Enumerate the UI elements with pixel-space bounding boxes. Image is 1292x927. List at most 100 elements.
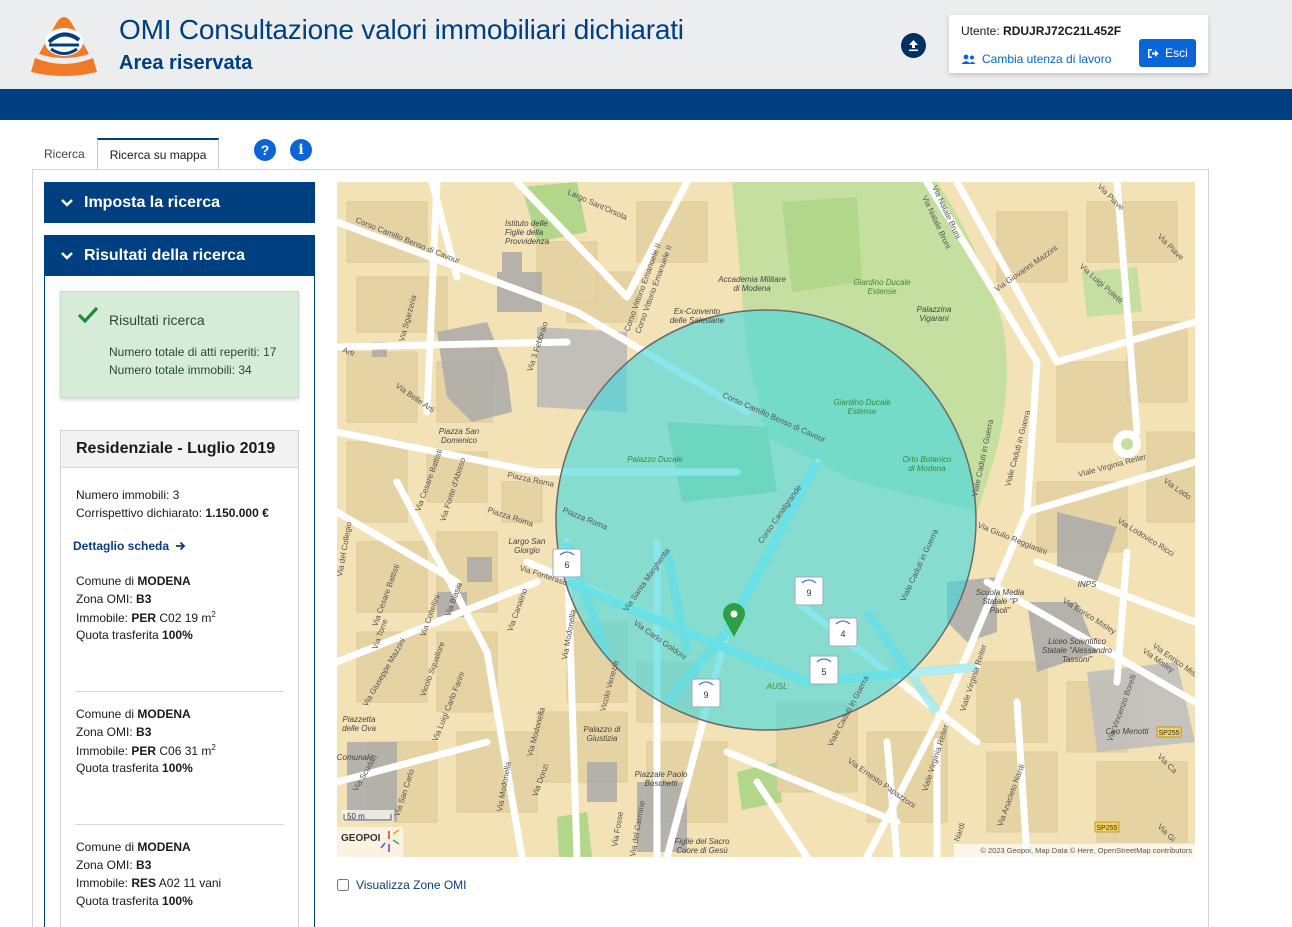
app-header: OMI Consultazione valori immobiliari dic…: [0, 0, 1292, 89]
poi-label-line: Domenico: [441, 436, 478, 445]
map-marker[interactable]: 9: [691, 678, 721, 708]
map-canvas[interactable]: 6 9 4 5 9 Corso Camillo Benso di Cavour …: [337, 182, 1195, 857]
item-comune: Comune di MODENA: [76, 574, 191, 588]
item-immobile-sup: 2: [211, 743, 216, 752]
users-icon: [961, 54, 976, 64]
poi-label: Comunale: [337, 753, 374, 762]
item-quota-value: 100%: [162, 761, 193, 775]
item-immobile-sup: 2: [211, 610, 216, 619]
item-comune: Comune di MODENA: [76, 707, 191, 721]
arrow-right-icon: [176, 541, 186, 551]
card-num-immobili: Numero immobili: 3: [76, 488, 180, 502]
card-corr-value: 1.150.000 €: [205, 506, 269, 520]
item-zona: Zona OMI: B3: [76, 725, 151, 739]
item-comune-value: MODENA: [137, 840, 191, 854]
poi-label-line: Ex-Convento: [674, 307, 721, 316]
poi-label-line: Istituto delle: [505, 219, 548, 228]
change-user-label: Cambia utenza di lavoro: [982, 52, 1112, 66]
item-quota-label: Quota trasferita: [76, 894, 163, 908]
app-subtitle: Area riservata: [119, 52, 253, 74]
header-bar: [0, 89, 1292, 120]
map-marker[interactable]: 9: [794, 576, 824, 606]
card-corr-label: Corrispettivo dichiarato:: [76, 506, 206, 520]
dettaglio-scheda-link[interactable]: Dettaglio scheda: [73, 539, 186, 553]
item-comune-label: Comune di: [76, 574, 138, 588]
poi-label-line: Scuola Media: [976, 588, 1025, 597]
tab-ricerca[interactable]: Ricerca: [32, 138, 97, 170]
poi-label-line: di Modena: [908, 464, 946, 473]
poi-label-line: Piazza San: [439, 427, 480, 436]
visualizza-zone-omi-checkbox[interactable]: [337, 879, 349, 891]
poi-label-line: Estense: [848, 407, 877, 416]
poi-label-line: di Modena: [733, 284, 771, 293]
chevron-down-icon: [61, 251, 73, 260]
change-user-link[interactable]: Cambia utenza di lavoro: [961, 52, 1111, 66]
marker-label: 9: [806, 588, 811, 598]
check-icon: [77, 306, 99, 324]
item-quota-value: 100%: [162, 628, 193, 642]
item-zona-value: B3: [136, 858, 152, 872]
poi-label-line: Giustizia: [587, 734, 618, 743]
map-view[interactable]: 6 9 4 5 9 Corso Camillo Benso di Cavour …: [337, 182, 1195, 857]
poi-label-line: Tassoni": [1062, 655, 1093, 664]
brand-label: GEOPOI: [341, 833, 381, 844]
marker-label: 6: [564, 560, 569, 570]
item-zona-value: B3: [136, 725, 152, 739]
panel-risultati-ricerca[interactable]: Risultati della ricerca: [44, 235, 315, 276]
map-marker[interactable]: 4: [828, 617, 858, 647]
item-zona: Zona OMI: B3: [76, 858, 151, 872]
map-attribution[interactable]: © 2023 Geopoi, Map Data © Here, OpenStre…: [980, 846, 1192, 855]
dettaglio-scheda-label: Dettaglio scheda: [73, 539, 170, 553]
item-comune-value: MODENA: [137, 574, 191, 588]
item-divider: [75, 691, 284, 692]
poi-label-line: AUSL: [766, 682, 788, 691]
poi-label-line: Statale "Alessandro: [1042, 646, 1113, 655]
poi-label: INPS: [1078, 580, 1097, 589]
poi-label-line: Vigarani: [919, 314, 948, 323]
exit-button[interactable]: Esci: [1139, 39, 1196, 67]
results-summary: Risultati ricerca Numero totale di atti …: [60, 291, 299, 398]
item-immobile-desc: C06 31 m: [159, 744, 212, 758]
marker-label: 9: [703, 690, 708, 700]
poi-label-line: Boschetti: [645, 779, 678, 788]
poi-label-line: Piazzale Paolo: [635, 770, 688, 779]
item-zona-value: B3: [136, 592, 152, 606]
map-marker[interactable]: 5: [809, 655, 839, 685]
summary-atti: Numero totale di atti reperiti: 17: [109, 345, 277, 359]
item-immobile-desc: A02 11 vani: [158, 876, 222, 890]
panel-imposta-ricerca-label: Imposta la ricerca: [84, 193, 221, 211]
item-immobile-type: PER: [131, 611, 157, 625]
user-label-text: Utente:: [961, 24, 1000, 38]
poi-label-line: Comunale: [337, 753, 374, 762]
scale-label: 50 m: [347, 812, 365, 821]
exit-label: Esci: [1165, 46, 1188, 60]
item-quota: Quota trasferita 100%: [76, 894, 193, 908]
item-quota-value: 100%: [162, 894, 193, 908]
map-marker[interactable]: 6: [552, 548, 582, 578]
poi-label: Piazzetta delle Ova: [342, 715, 376, 733]
item-comune-value: MODENA: [137, 707, 191, 721]
poi-label-line: Palazzina: [917, 305, 952, 314]
item-immobile-label: Immobile:: [76, 611, 132, 625]
poi-label-line: Ciro Menotti: [1105, 727, 1148, 736]
poi-label-line: Accademia Militare: [717, 275, 786, 284]
poi-label: Piazza San Domenico: [439, 427, 480, 445]
poi-label-line: Provvidenza: [505, 237, 550, 246]
tab-ricerca-su-mappa[interactable]: Ricerca su mappa: [96, 138, 220, 170]
item-immobile-type: PER: [131, 744, 157, 758]
visualizza-zone-omi[interactable]: Visualizza Zone OMI: [337, 878, 467, 892]
item-quota-label: Quota trasferita: [76, 761, 163, 775]
info-icon[interactable]: i: [290, 139, 312, 161]
item-immobile-type: RES: [131, 876, 157, 890]
marker-label: 5: [821, 667, 826, 677]
upload-button[interactable]: [901, 33, 926, 58]
item-zona: Zona OMI: B3: [76, 592, 151, 606]
chevron-down-icon: [61, 198, 73, 207]
panel-imposta-ricerca[interactable]: Imposta la ricerca: [44, 182, 315, 223]
poi-label-line: INPS: [1078, 580, 1097, 589]
help-icon[interactable]: ?: [254, 139, 276, 161]
poi-label-line: Piazzetta: [343, 715, 376, 724]
logout-icon: [1148, 48, 1159, 58]
item-immobile-label: Immobile:: [76, 744, 132, 758]
poi-label-line: Giardino Ducale: [853, 278, 911, 287]
